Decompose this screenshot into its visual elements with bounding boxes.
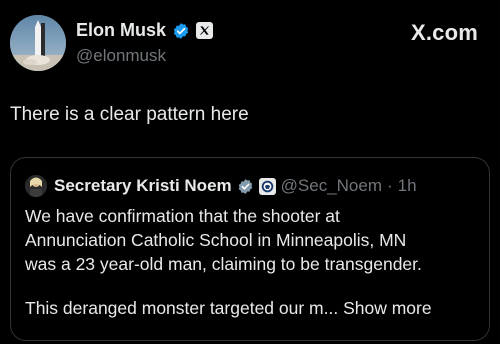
quoted-author-handle[interactable]: @Sec_Noem <box>281 176 382 196</box>
avatar[interactable] <box>10 15 66 71</box>
quoted-post-text: We have confirmation that the shooter at… <box>25 204 481 320</box>
brand-text: X.com <box>410 20 478 45</box>
quoted-author-name[interactable]: Secretary Kristi Noem <box>54 176 232 196</box>
quoted-text-line: We have confirmation that the shooter at <box>25 206 340 226</box>
quoted-text-line: was a 23 year-old man, claiming to be tr… <box>25 254 422 274</box>
quoted-text-line: Annunciation Catholic School in Minneapo… <box>25 230 407 250</box>
quoted-author-row: Secretary Kristi Noem @Sec_Noem · 1h <box>25 175 417 197</box>
author-handle[interactable]: @elonmusk <box>76 46 166 66</box>
quoted-text-truncated: This deranged monster targeted our m... <box>25 298 339 318</box>
brand-logo: X.com <box>411 20 478 46</box>
quoted-text-last-line: This deranged monster targeted our m... … <box>25 296 481 320</box>
post-text: There is a clear pattern here <box>10 104 249 125</box>
verified-badge-icon <box>172 22 190 40</box>
separator-dot: · <box>387 176 393 195</box>
dhs-seal-icon <box>258 177 276 195</box>
quoted-timestamp[interactable]: 1h <box>398 176 417 196</box>
author-row: Elon Musk <box>76 20 214 41</box>
show-more-link[interactable]: Show more <box>343 298 432 318</box>
quoted-avatar[interactable] <box>25 175 47 197</box>
quoted-post-card[interactable]: Secretary Kristi Noem @Sec_Noem · 1h We ha… <box>10 157 490 341</box>
rocket-avatar-icon <box>10 15 66 71</box>
x-logo-icon <box>196 22 214 39</box>
author-name[interactable]: Elon Musk <box>76 20 166 41</box>
gray-verified-badge-icon <box>237 178 254 195</box>
